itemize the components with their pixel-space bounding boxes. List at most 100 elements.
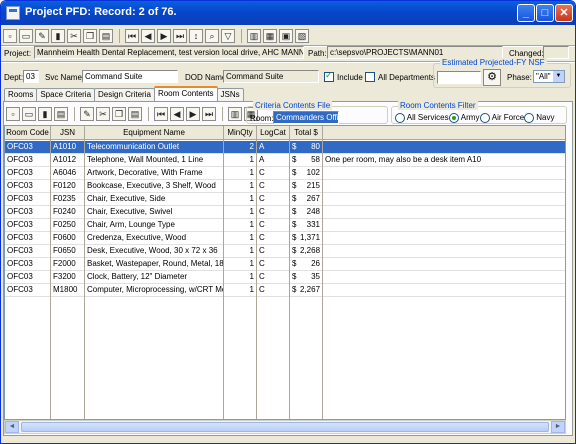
open-icon[interactable]: ▭ xyxy=(19,29,33,43)
delete-icon[interactable]: ▮ xyxy=(51,29,65,43)
cell-room-code[interactable]: OFC03 xyxy=(5,219,50,232)
dept-field[interactable]: 03 xyxy=(23,70,39,83)
cell-note[interactable] xyxy=(323,245,565,258)
cell-equipment-name[interactable]: Credenza, Executive, Wood xyxy=(85,232,223,245)
cell-room-code[interactable]: OFC03 xyxy=(5,154,50,167)
cell-minqty[interactable]: 1 xyxy=(224,167,256,180)
cell-total[interactable]: 58 xyxy=(298,154,322,167)
cell-logcat[interactable]: C xyxy=(257,180,289,193)
cell-total[interactable]: 331 xyxy=(298,219,322,232)
next-record-icon[interactable]: ▶ xyxy=(157,29,171,43)
column-header-equipment-name[interactable]: Equipment Name xyxy=(85,126,224,140)
table-row[interactable]: OFC03 F0650 Desk, Executive, Wood, 30 x 72… xyxy=(5,245,565,258)
cell-jsn[interactable]: M1800 xyxy=(51,284,84,297)
room-contents-table[interactable]: Room Code JSN Equipment Name MinQty LogC… xyxy=(4,125,566,420)
column-header-notes[interactable] xyxy=(323,126,565,140)
cell-note[interactable] xyxy=(323,193,565,206)
cell-note[interactable] xyxy=(323,219,565,232)
dod-name-field[interactable]: Command Suite xyxy=(223,70,319,83)
edit-row-icon[interactable]: ✎ xyxy=(80,107,94,121)
filter-air-force[interactable]: Air Force xyxy=(480,113,524,123)
cell-total[interactable]: 215 xyxy=(298,180,322,193)
cell-minqty[interactable]: 1 xyxy=(224,245,256,258)
cell-equipment-name[interactable]: Chair, Executive, Swivel xyxy=(85,206,223,219)
cell-note[interactable] xyxy=(323,180,565,193)
phase-select[interactable]: "All" ▼ xyxy=(533,70,565,83)
cell-minqty[interactable]: 1 xyxy=(224,154,256,167)
cell-equipment-name[interactable]: Basket, Wastepaper, Round, Metal, 18 xyxy=(85,258,223,271)
cell-jsn[interactable]: F0120 xyxy=(51,180,84,193)
cell-minqty[interactable]: 1 xyxy=(224,271,256,284)
cell-minqty[interactable]: 1 xyxy=(224,232,256,245)
all-departments-check-icon[interactable] xyxy=(365,71,375,82)
cell-note[interactable]: One per room, may also be a desk item A1… xyxy=(323,154,565,167)
calculate-gear-icon[interactable]: ⚙ xyxy=(483,69,501,86)
cell-logcat[interactable]: C xyxy=(257,284,289,297)
svc-name-field[interactable]: Command Suite xyxy=(82,70,178,83)
cell-jsn[interactable]: F0650 xyxy=(51,245,84,258)
cell-minqty[interactable]: 1 xyxy=(224,206,256,219)
grid-report-icon[interactable]: ▥ xyxy=(228,107,242,121)
cell-logcat[interactable]: C xyxy=(257,232,289,245)
table-row[interactable]: OFC03 M1800 Computer, Microprocessing, w/C… xyxy=(5,284,565,297)
first-record-icon[interactable]: ⏮ xyxy=(125,29,139,43)
include-checkbox[interactable] xyxy=(324,70,334,82)
table-row[interactable]: OFC03 F0235 Chair, Executive, Side 1 C $267 xyxy=(5,193,565,206)
cell-logcat[interactable]: C xyxy=(257,219,289,232)
cell-note[interactable] xyxy=(323,167,565,180)
cell-jsn[interactable]: F2000 xyxy=(51,258,84,271)
scroll-right-icon[interactable]: ► xyxy=(551,421,565,433)
cell-minqty[interactable]: 1 xyxy=(224,284,256,297)
cell-total[interactable]: 1,371 xyxy=(298,232,322,245)
cell-logcat[interactable]: A xyxy=(257,141,289,154)
new-icon[interactable]: ▫ xyxy=(3,29,17,43)
table-row[interactable]: OFC03 F0600 Credenza, Executive, Wood 1 C $1,… xyxy=(5,232,565,245)
table-row[interactable]: OFC03 F0240 Chair, Executive, Swivel 1 C $248 xyxy=(5,206,565,219)
cell-jsn[interactable]: F3200 xyxy=(51,271,84,284)
table-row[interactable]: OFC03 F0120 Bookcase, Executive, 3 Shelf, … xyxy=(5,180,565,193)
cell-equipment-name[interactable]: Telephone, Wall Mounted, 1 Line xyxy=(85,154,223,167)
include-check-icon[interactable] xyxy=(324,70,334,82)
previous-record-icon[interactable]: ◀ xyxy=(141,29,155,43)
next-row-icon[interactable]: ▶ xyxy=(186,107,200,121)
scroll-left-icon[interactable]: ◄ xyxy=(5,421,19,433)
last-row-icon[interactable]: ⏭ xyxy=(202,107,216,121)
cell-jsn[interactable]: F0250 xyxy=(51,219,84,232)
cell-total[interactable]: 267 xyxy=(298,193,322,206)
last-record-icon[interactable]: ⏭ xyxy=(173,29,187,43)
column-header-total[interactable]: Total $ xyxy=(290,126,323,140)
table-row[interactable]: OFC03 A1010 Telecommunication Outlet 2 A $80 xyxy=(5,141,565,154)
exit-icon[interactable]: ▧ xyxy=(295,29,309,43)
tab-room-contents[interactable]: Room Contents xyxy=(153,86,218,101)
filter-all-services[interactable]: All Services xyxy=(395,113,449,123)
copy-icon[interactable]: ❐ xyxy=(83,29,97,43)
column-header-minqty[interactable]: MinQty xyxy=(224,126,257,140)
paste-row-icon[interactable]: ▤ xyxy=(128,107,142,121)
cell-total[interactable]: 26 xyxy=(298,258,322,271)
cell-note[interactable] xyxy=(323,141,565,154)
cell-note[interactable] xyxy=(323,232,565,245)
project-field[interactable]: Mannheim Health Dental Replacement, test… xyxy=(34,46,304,59)
close-button[interactable]: ✕ xyxy=(555,4,573,22)
cell-minqty[interactable]: 1 xyxy=(224,180,256,193)
column-header-logcat[interactable]: LogCat xyxy=(257,126,290,140)
cell-total[interactable]: 35 xyxy=(298,271,322,284)
table-row[interactable]: OFC03 F0250 Chair, Arm, Lounge Type 1 C $331 xyxy=(5,219,565,232)
open-row-icon[interactable]: ▭ xyxy=(22,107,36,121)
cell-total[interactable]: 102 xyxy=(298,167,322,180)
sort-icon[interactable]: ↕ xyxy=(189,29,203,43)
find-icon[interactable]: ⌕ xyxy=(205,29,219,43)
calculator-icon[interactable]: ▣ xyxy=(279,29,293,43)
cell-jsn[interactable]: A1012 xyxy=(51,154,84,167)
radio-icon[interactable] xyxy=(524,113,534,123)
radio-icon[interactable] xyxy=(480,113,490,123)
column-header-jsn[interactable]: JSN xyxy=(51,126,85,140)
cell-total[interactable]: 80 xyxy=(298,141,322,154)
cell-room-code[interactable]: OFC03 xyxy=(5,232,50,245)
cell-room-code[interactable]: OFC03 xyxy=(5,258,50,271)
cell-equipment-name[interactable]: Bookcase, Executive, 3 Shelf, Wood xyxy=(85,180,223,193)
cell-room-code[interactable]: OFC03 xyxy=(5,167,50,180)
report-icon[interactable]: ▥ xyxy=(247,29,261,43)
cell-jsn[interactable]: A1010 xyxy=(51,141,84,154)
cell-minqty[interactable]: 1 xyxy=(224,219,256,232)
